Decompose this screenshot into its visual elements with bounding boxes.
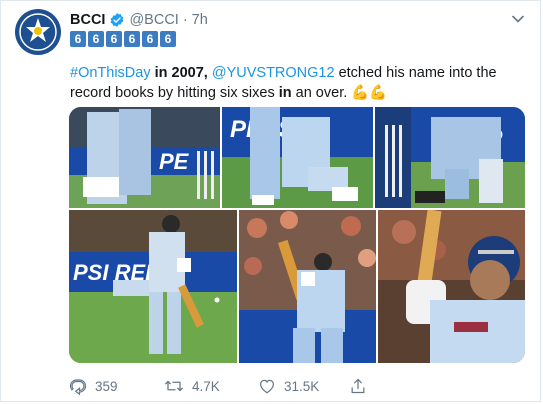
six-badge: 6 [124,31,140,47]
photo-1[interactable]: PE [69,107,220,208]
mention-link[interactable]: @YUVSTRONG12 [212,65,335,81]
retweet-icon [164,380,184,392]
share-icon [351,378,365,394]
reply-icon [69,379,87,395]
photo-3[interactable]: P [375,107,525,208]
retweet-button[interactable]: 4.7K [164,377,258,395]
share-button[interactable] [350,377,366,395]
tweet-actions: 359 4.7K 31.5K [69,375,366,397]
like-button[interactable]: 31.5K [258,377,350,395]
six-badges: 6 6 6 6 6 6 [70,31,176,47]
photo-6[interactable] [378,210,525,363]
display-name[interactable]: BCCI [70,11,105,29]
media-collage[interactable]: PE PEPSI P [69,107,525,363]
tweet-header: BCCI @BCCI · 7h [70,11,523,29]
flexed-biceps-emoji: 💪💪 [351,85,388,101]
photo-4[interactable]: PSI REL [69,210,237,363]
text-segment-bold: in [278,85,292,101]
bcci-logo-icon [19,13,57,51]
six-badge: 6 [142,31,158,47]
photo-caption: PE [159,149,190,174]
text-segment: in 2007, [150,65,212,81]
retweet-count: 4.7K [192,378,220,394]
six-badge: 6 [160,31,176,47]
chevron-down-icon[interactable] [511,12,525,26]
tweet-text: #OnThisDay in 2007, @YUVSTRONG12 etched … [70,63,530,103]
six-badge: 6 [106,31,122,47]
like-count: 31.5K [284,378,320,394]
six-badge: 6 [88,31,104,47]
verified-badge-icon [109,12,125,28]
six-badge: 6 [70,31,86,47]
reply-button[interactable]: 359 [69,377,164,395]
hashtag-link[interactable]: #OnThisDay [70,65,151,81]
separator: · [182,12,188,28]
user-handle[interactable]: @BCCI [129,11,178,29]
photo-5[interactable] [239,210,376,363]
timestamp[interactable]: 7h [192,11,208,29]
heart-icon [260,379,274,394]
avatar[interactable] [15,9,61,55]
text-segment: an over. [291,85,352,101]
photo-2[interactable]: PEPSI [222,107,373,208]
reply-count: 359 [95,378,118,394]
